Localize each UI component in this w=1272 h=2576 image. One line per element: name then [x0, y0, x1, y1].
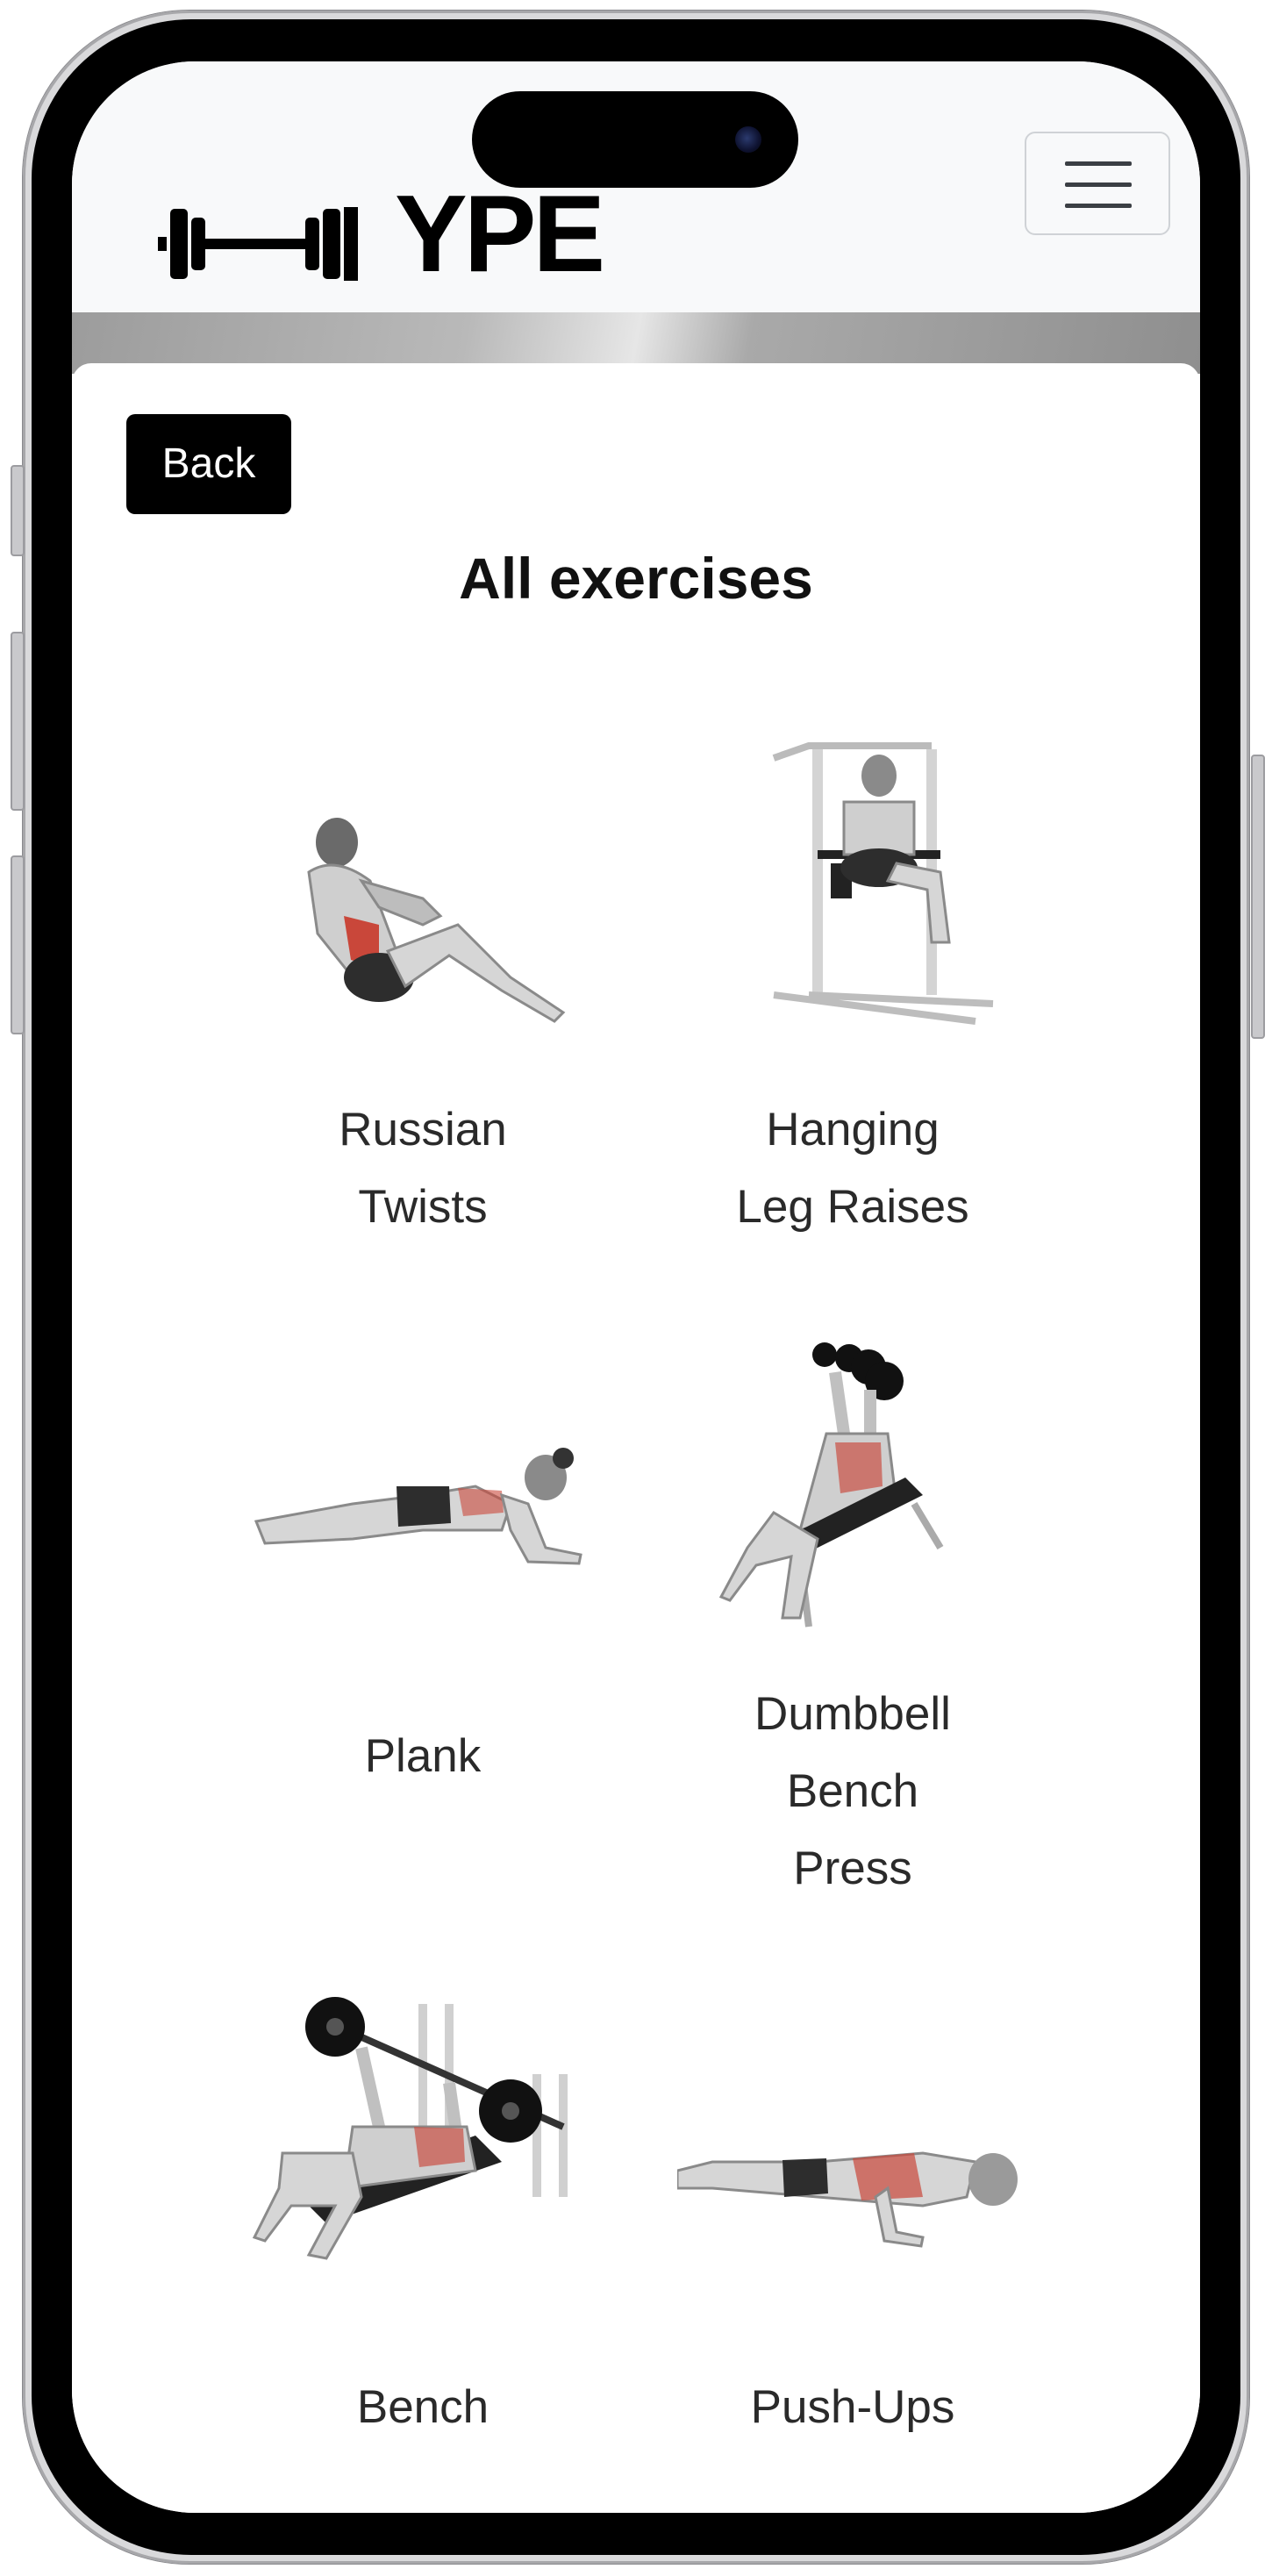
- dumbbell-bench-press-illustration: [718, 1342, 944, 1628]
- exercise-name: Leg Raises: [736, 1181, 969, 1233]
- exercise-name: Twists: [358, 1181, 488, 1233]
- barbell-icon: [158, 207, 358, 281]
- back-button[interactable]: Back: [126, 414, 291, 514]
- exercise-name: Press: [793, 1843, 912, 1894]
- power-button: [1251, 755, 1265, 1039]
- exercise-name: Push-Ups: [750, 2381, 955, 2433]
- volume-up-button: [11, 632, 25, 811]
- brand-name: YPE: [395, 174, 605, 295]
- push-ups-illustration: [677, 2151, 1018, 2248]
- exercise-name: Bench: [356, 2381, 490, 2433]
- barbell-bench-press-illustration: [252, 1997, 568, 2260]
- menu-toggle-button[interactable]: [1025, 132, 1170, 235]
- hanging-leg-raise-illustration: [772, 742, 994, 1025]
- hamburger-menu-icon: [1065, 161, 1132, 166]
- volume-down-button: [11, 855, 25, 1034]
- dynamic-island: [472, 91, 798, 188]
- exercise-name: Hanging: [766, 1104, 940, 1156]
- exercise-name: Plank: [364, 1730, 482, 1782]
- page-title: All exercises: [459, 546, 813, 611]
- plank-illustration: [254, 1448, 582, 1565]
- russian-twist-illustration: [307, 818, 566, 1023]
- camera-icon: [735, 126, 761, 153]
- action-button: [11, 465, 25, 556]
- phone-screen: YPE Back All exercises Russian Twists Ha…: [72, 61, 1200, 2513]
- exercise-name: Bench: [786, 1765, 919, 1817]
- content-card: Back All exercises Russian Twists Hangin…: [72, 363, 1200, 2513]
- exercise-name: Russian: [339, 1104, 507, 1156]
- exercise-name: Dumbbell: [754, 1688, 951, 1740]
